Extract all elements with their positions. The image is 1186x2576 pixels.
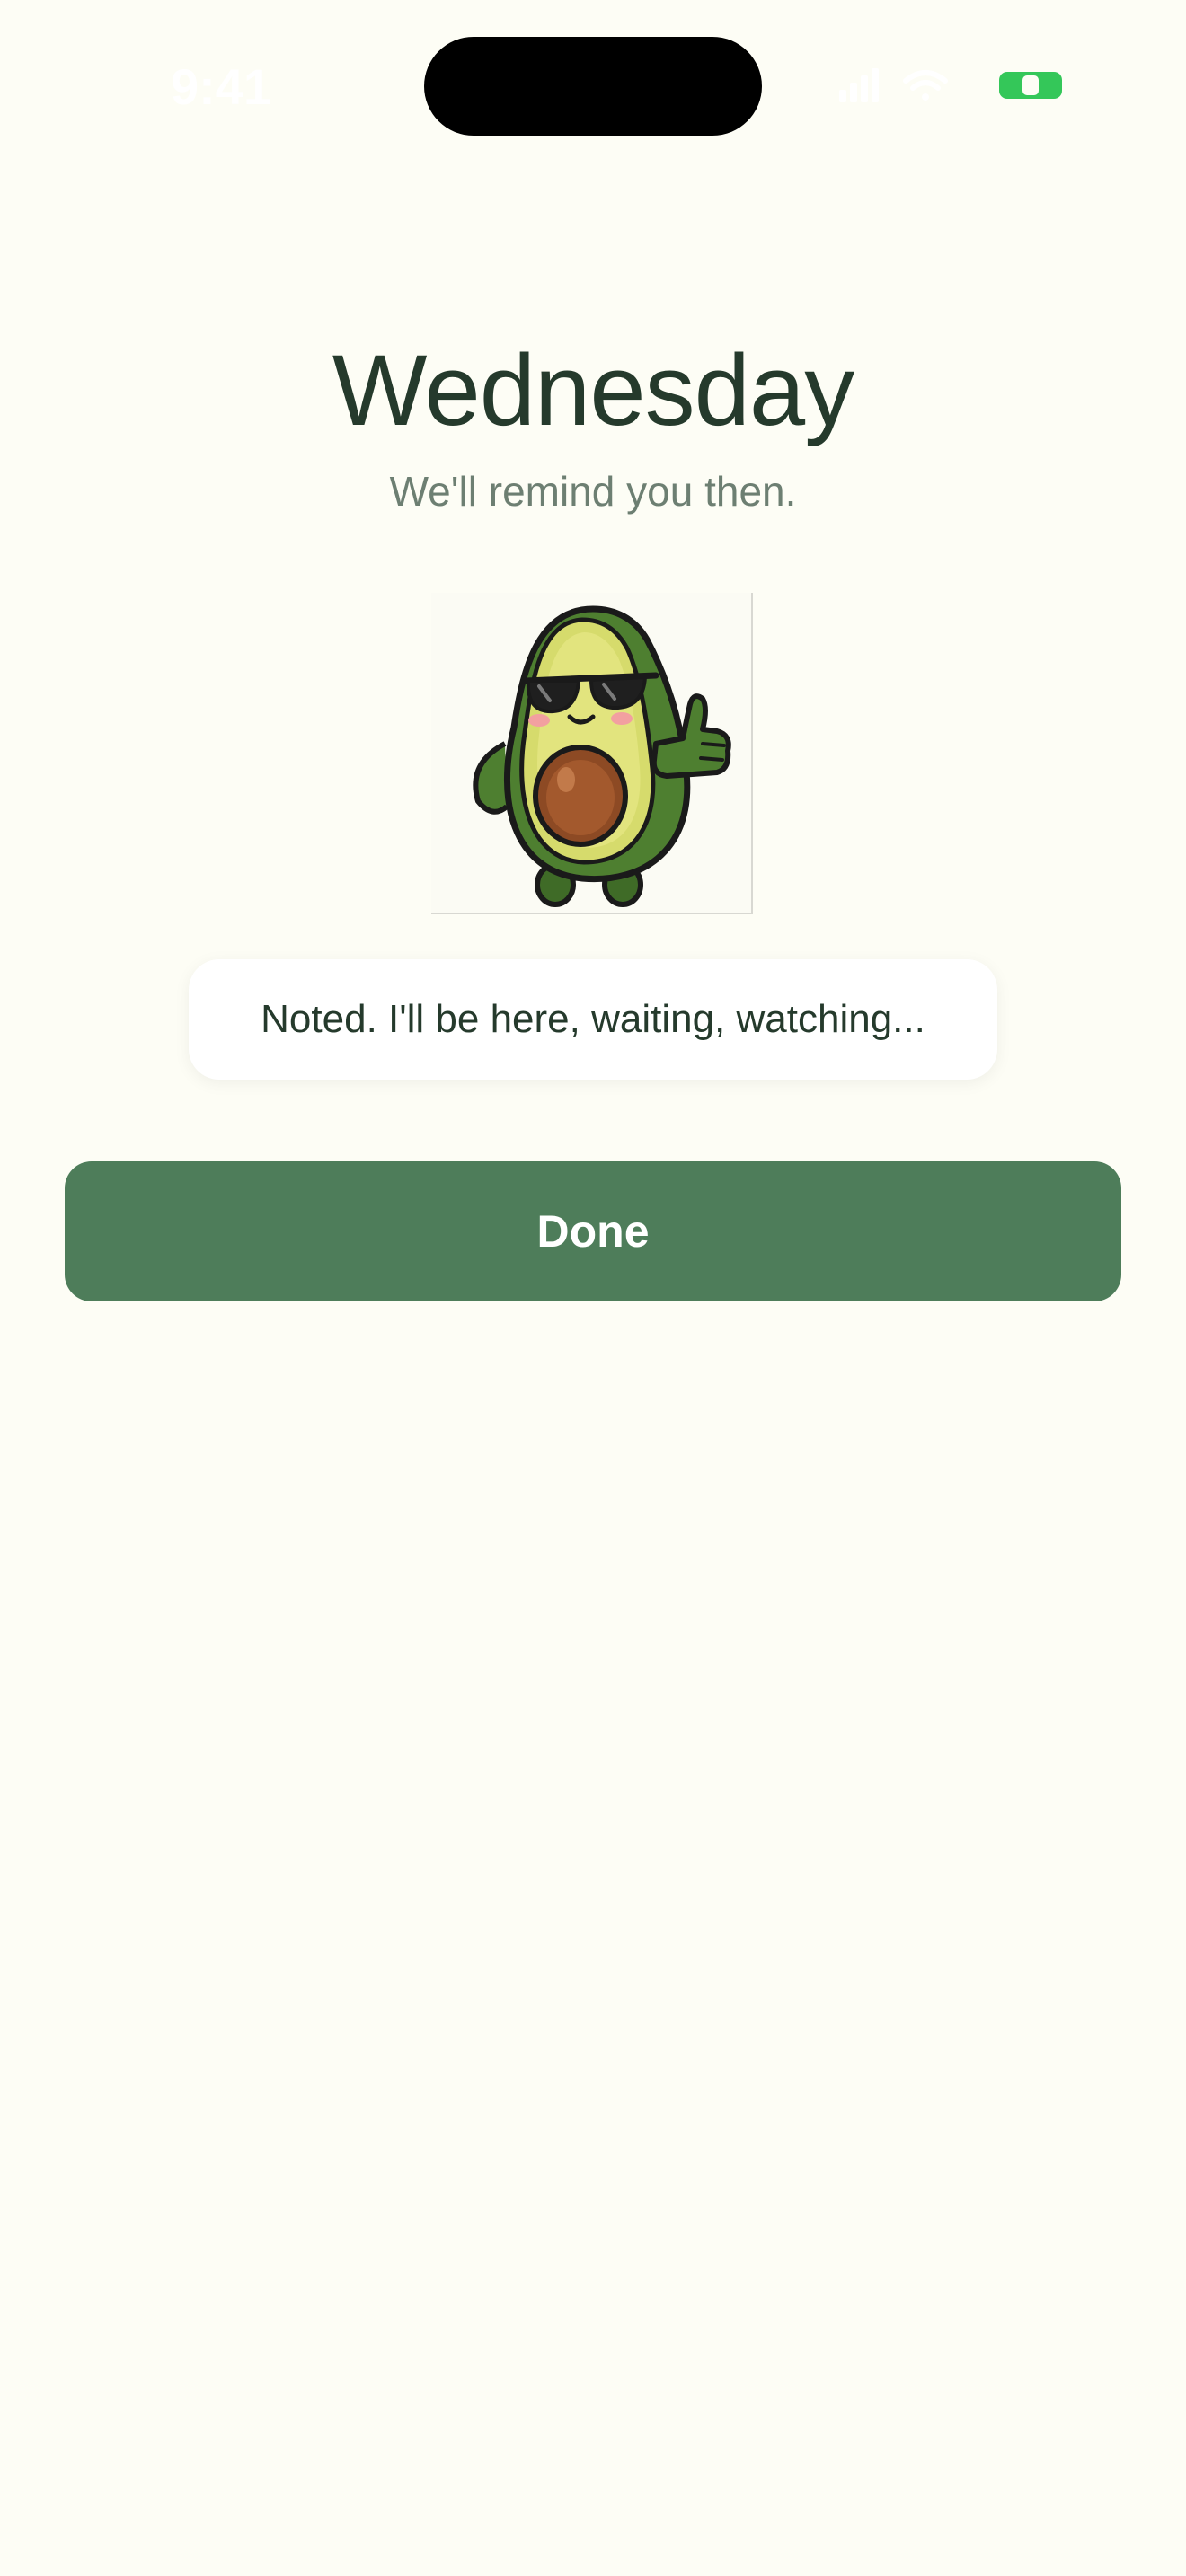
done-button[interactable]: Done — [65, 1161, 1121, 1301]
message-text: Noted. I'll be here, waiting, watching..… — [261, 997, 925, 1041]
status-time: 9:41 — [171, 58, 272, 115]
message-bubble: Noted. I'll be here, waiting, watching..… — [189, 959, 997, 1080]
signal-icon — [839, 68, 879, 102]
status-icons — [836, 63, 1069, 108]
battery-icon — [999, 72, 1062, 99]
wifi-icon — [903, 70, 948, 101]
mascot-image — [431, 593, 753, 914]
page-subtitle: We'll remind you then. — [389, 468, 797, 515]
avocado-thumbs-up-icon — [473, 605, 731, 907]
dynamic-island — [424, 37, 762, 136]
page-title: Wednesday — [332, 334, 854, 446]
